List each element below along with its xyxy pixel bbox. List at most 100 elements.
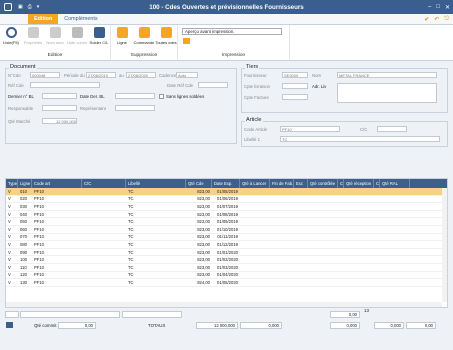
total-ral-field: 0,00 bbox=[406, 322, 436, 329]
validate-icon[interactable]: ✔ bbox=[424, 16, 429, 23]
lines-grid[interactable]: Type Ligne Code art C/C Libellé Qté Cde Date E… bbox=[5, 178, 448, 308]
cadence-select[interactable]: Auto bbox=[176, 72, 198, 78]
table-row[interactable]: V 120 PF10 TC 823,00 01/04/2020 bbox=[6, 272, 447, 280]
undo-icon[interactable]: ↶ bbox=[434, 16, 439, 23]
filter-field[interactable] bbox=[20, 311, 120, 318]
liste-comm-button[interactable]: Liste comm bbox=[66, 25, 88, 53]
column-header[interactable]: Fin de Fab. bbox=[270, 179, 294, 188]
table-cell: 823,00 bbox=[197, 211, 210, 217]
table-cell: TC bbox=[128, 196, 134, 202]
date-au-field[interactable]: 27/08/2020 bbox=[126, 72, 156, 78]
table-row[interactable]: V 100 PF10 TC 823,00 01/02/2020 bbox=[6, 256, 447, 264]
column-header[interactable]: Exc bbox=[294, 179, 308, 188]
table-cell bbox=[270, 218, 294, 225]
table-cell bbox=[240, 241, 270, 248]
table-cell bbox=[240, 256, 270, 263]
date-ref-field[interactable] bbox=[198, 82, 228, 88]
table-row[interactable]: V 020 PF10 TC 823,00 01/06/2019 bbox=[6, 196, 447, 204]
horizontal-scrollbar[interactable] bbox=[6, 302, 442, 307]
table-cell bbox=[294, 272, 308, 279]
nav-field[interactable] bbox=[5, 311, 19, 318]
libelle-field[interactable]: TC bbox=[280, 136, 440, 142]
table-row[interactable]: V 010 PF10 TC 823,00 01/05/2019 bbox=[6, 188, 447, 196]
table-cell: TC bbox=[128, 211, 134, 217]
responsable-field[interactable] bbox=[42, 105, 77, 111]
article-title: Article bbox=[245, 117, 263, 123]
menu-icon-bottom[interactable] bbox=[6, 322, 13, 328]
table-cell bbox=[308, 249, 338, 256]
table-cell: 823,00 bbox=[197, 272, 210, 278]
qte-marche-field[interactable]: 12 000,000 bbox=[42, 118, 77, 124]
tab-edition[interactable]: Edition bbox=[28, 14, 59, 24]
column-header[interactable]: Date Exp. bbox=[212, 179, 240, 188]
table-row[interactable]: V 090 PF10 TC 823,00 01/01/2020 bbox=[6, 249, 447, 257]
table-cell: 100 bbox=[20, 257, 27, 263]
vertical-scrollbar[interactable] bbox=[442, 188, 447, 302]
close-icon[interactable]: ✕ bbox=[445, 4, 450, 11]
code-article-field[interactable]: PF10 bbox=[280, 126, 340, 132]
cpte-livraison-field[interactable] bbox=[282, 83, 308, 89]
adresse-livraison-field[interactable] bbox=[337, 83, 437, 103]
table-row[interactable]: V 070 PF10 TC 823,00 01/11/2019 bbox=[6, 234, 447, 242]
column-header[interactable]: Qté à Lancer bbox=[240, 179, 270, 188]
filter-field-2[interactable] bbox=[122, 311, 182, 318]
dernier-bl-field[interactable] bbox=[42, 93, 77, 99]
minimize-icon[interactable]: – bbox=[428, 4, 431, 11]
table-row[interactable]: V 060 PF10 TC 823,00 01/10/2019 bbox=[6, 226, 447, 234]
column-header[interactable]: Type bbox=[6, 179, 18, 188]
column-header[interactable]: Qté réception bbox=[344, 179, 374, 188]
table-row[interactable]: V 130 PF10 TC 924,00 01/05/2020 bbox=[6, 279, 447, 287]
table-row[interactable]: V 040 PF10 TC 823,00 01/08/2019 bbox=[6, 211, 447, 219]
table-cell: TC bbox=[128, 219, 134, 225]
maximize-icon[interactable]: □ bbox=[436, 4, 440, 11]
column-header[interactable]: Qté contrôlée bbox=[308, 179, 338, 188]
date-der-bl-field[interactable] bbox=[115, 93, 155, 99]
table-cell: 823,00 bbox=[197, 226, 210, 232]
date-du-field[interactable]: 27/08/2019 bbox=[86, 72, 116, 78]
ref-cde-field[interactable] bbox=[30, 82, 100, 88]
table-row[interactable]: V 110 PF10 TC 823,00 01/03/2020 bbox=[6, 264, 447, 272]
nom-auto-button[interactable]: Nom auto bbox=[44, 25, 66, 53]
column-header[interactable]: Code art bbox=[32, 179, 82, 188]
cpte-facture-field[interactable] bbox=[282, 94, 308, 100]
table-cell bbox=[240, 196, 270, 203]
auto-name-icon bbox=[49, 27, 61, 38]
delete-order-button[interactable]: Commande bbox=[133, 25, 155, 53]
tab-complements[interactable]: Compléments bbox=[58, 14, 103, 24]
column-header[interactable]: Qté RAL bbox=[380, 179, 410, 188]
proprietes-button[interactable]: Propriétés bbox=[22, 25, 44, 53]
table-cell bbox=[270, 279, 294, 286]
table-cell: 01/05/2020 bbox=[217, 279, 238, 285]
solder-button[interactable]: Solder C/L bbox=[88, 25, 110, 53]
printer-icon[interactable] bbox=[183, 38, 190, 44]
table-row[interactable]: V 080 PF10 TC 823,00 01/12/2019 bbox=[6, 241, 447, 249]
column-header[interactable]: Ligne bbox=[18, 179, 32, 188]
table-cell: PF10 bbox=[34, 211, 45, 217]
table-cell bbox=[344, 279, 374, 286]
column-header[interactable]: Libellé bbox=[126, 179, 186, 188]
nom-field[interactable]: METAL FRANCE bbox=[337, 72, 437, 78]
representant-field[interactable] bbox=[115, 105, 155, 111]
table-cell bbox=[82, 203, 126, 210]
delete-all-icon bbox=[160, 27, 172, 38]
table-cell: V bbox=[8, 234, 11, 240]
exit-icon[interactable]: ⎋ bbox=[444, 16, 449, 23]
delete-all-button[interactable]: Toutes cdes bbox=[155, 25, 177, 53]
table-cell: 823,00 bbox=[197, 196, 210, 202]
table-cell: V bbox=[8, 211, 11, 217]
sans-lignes-checkbox[interactable] bbox=[159, 94, 164, 99]
table-row[interactable]: V 030 PF10 TC 823,00 01/07/2019 bbox=[6, 203, 447, 211]
table-cell: TC bbox=[128, 234, 134, 240]
liste-button[interactable]: Liste(F5) bbox=[0, 25, 22, 53]
column-header[interactable]: Qté Cde bbox=[186, 179, 212, 188]
cc-field[interactable] bbox=[377, 126, 407, 132]
column-header[interactable]: C/C bbox=[82, 179, 126, 188]
table-cell bbox=[294, 188, 308, 195]
no-cde-field[interactable]: 000048 bbox=[30, 72, 60, 78]
table-cell: PF10 bbox=[34, 272, 45, 278]
table-cell bbox=[344, 218, 374, 225]
print-mode-select[interactable]: Aperçu avant impression. bbox=[182, 28, 282, 35]
delete-line-button[interactable]: Ligne bbox=[111, 25, 133, 53]
table-row[interactable]: V 050 PF10 TC 823,00 01/09/2019 bbox=[6, 218, 447, 226]
fournisseur-field[interactable]: SE3000 bbox=[282, 72, 308, 78]
